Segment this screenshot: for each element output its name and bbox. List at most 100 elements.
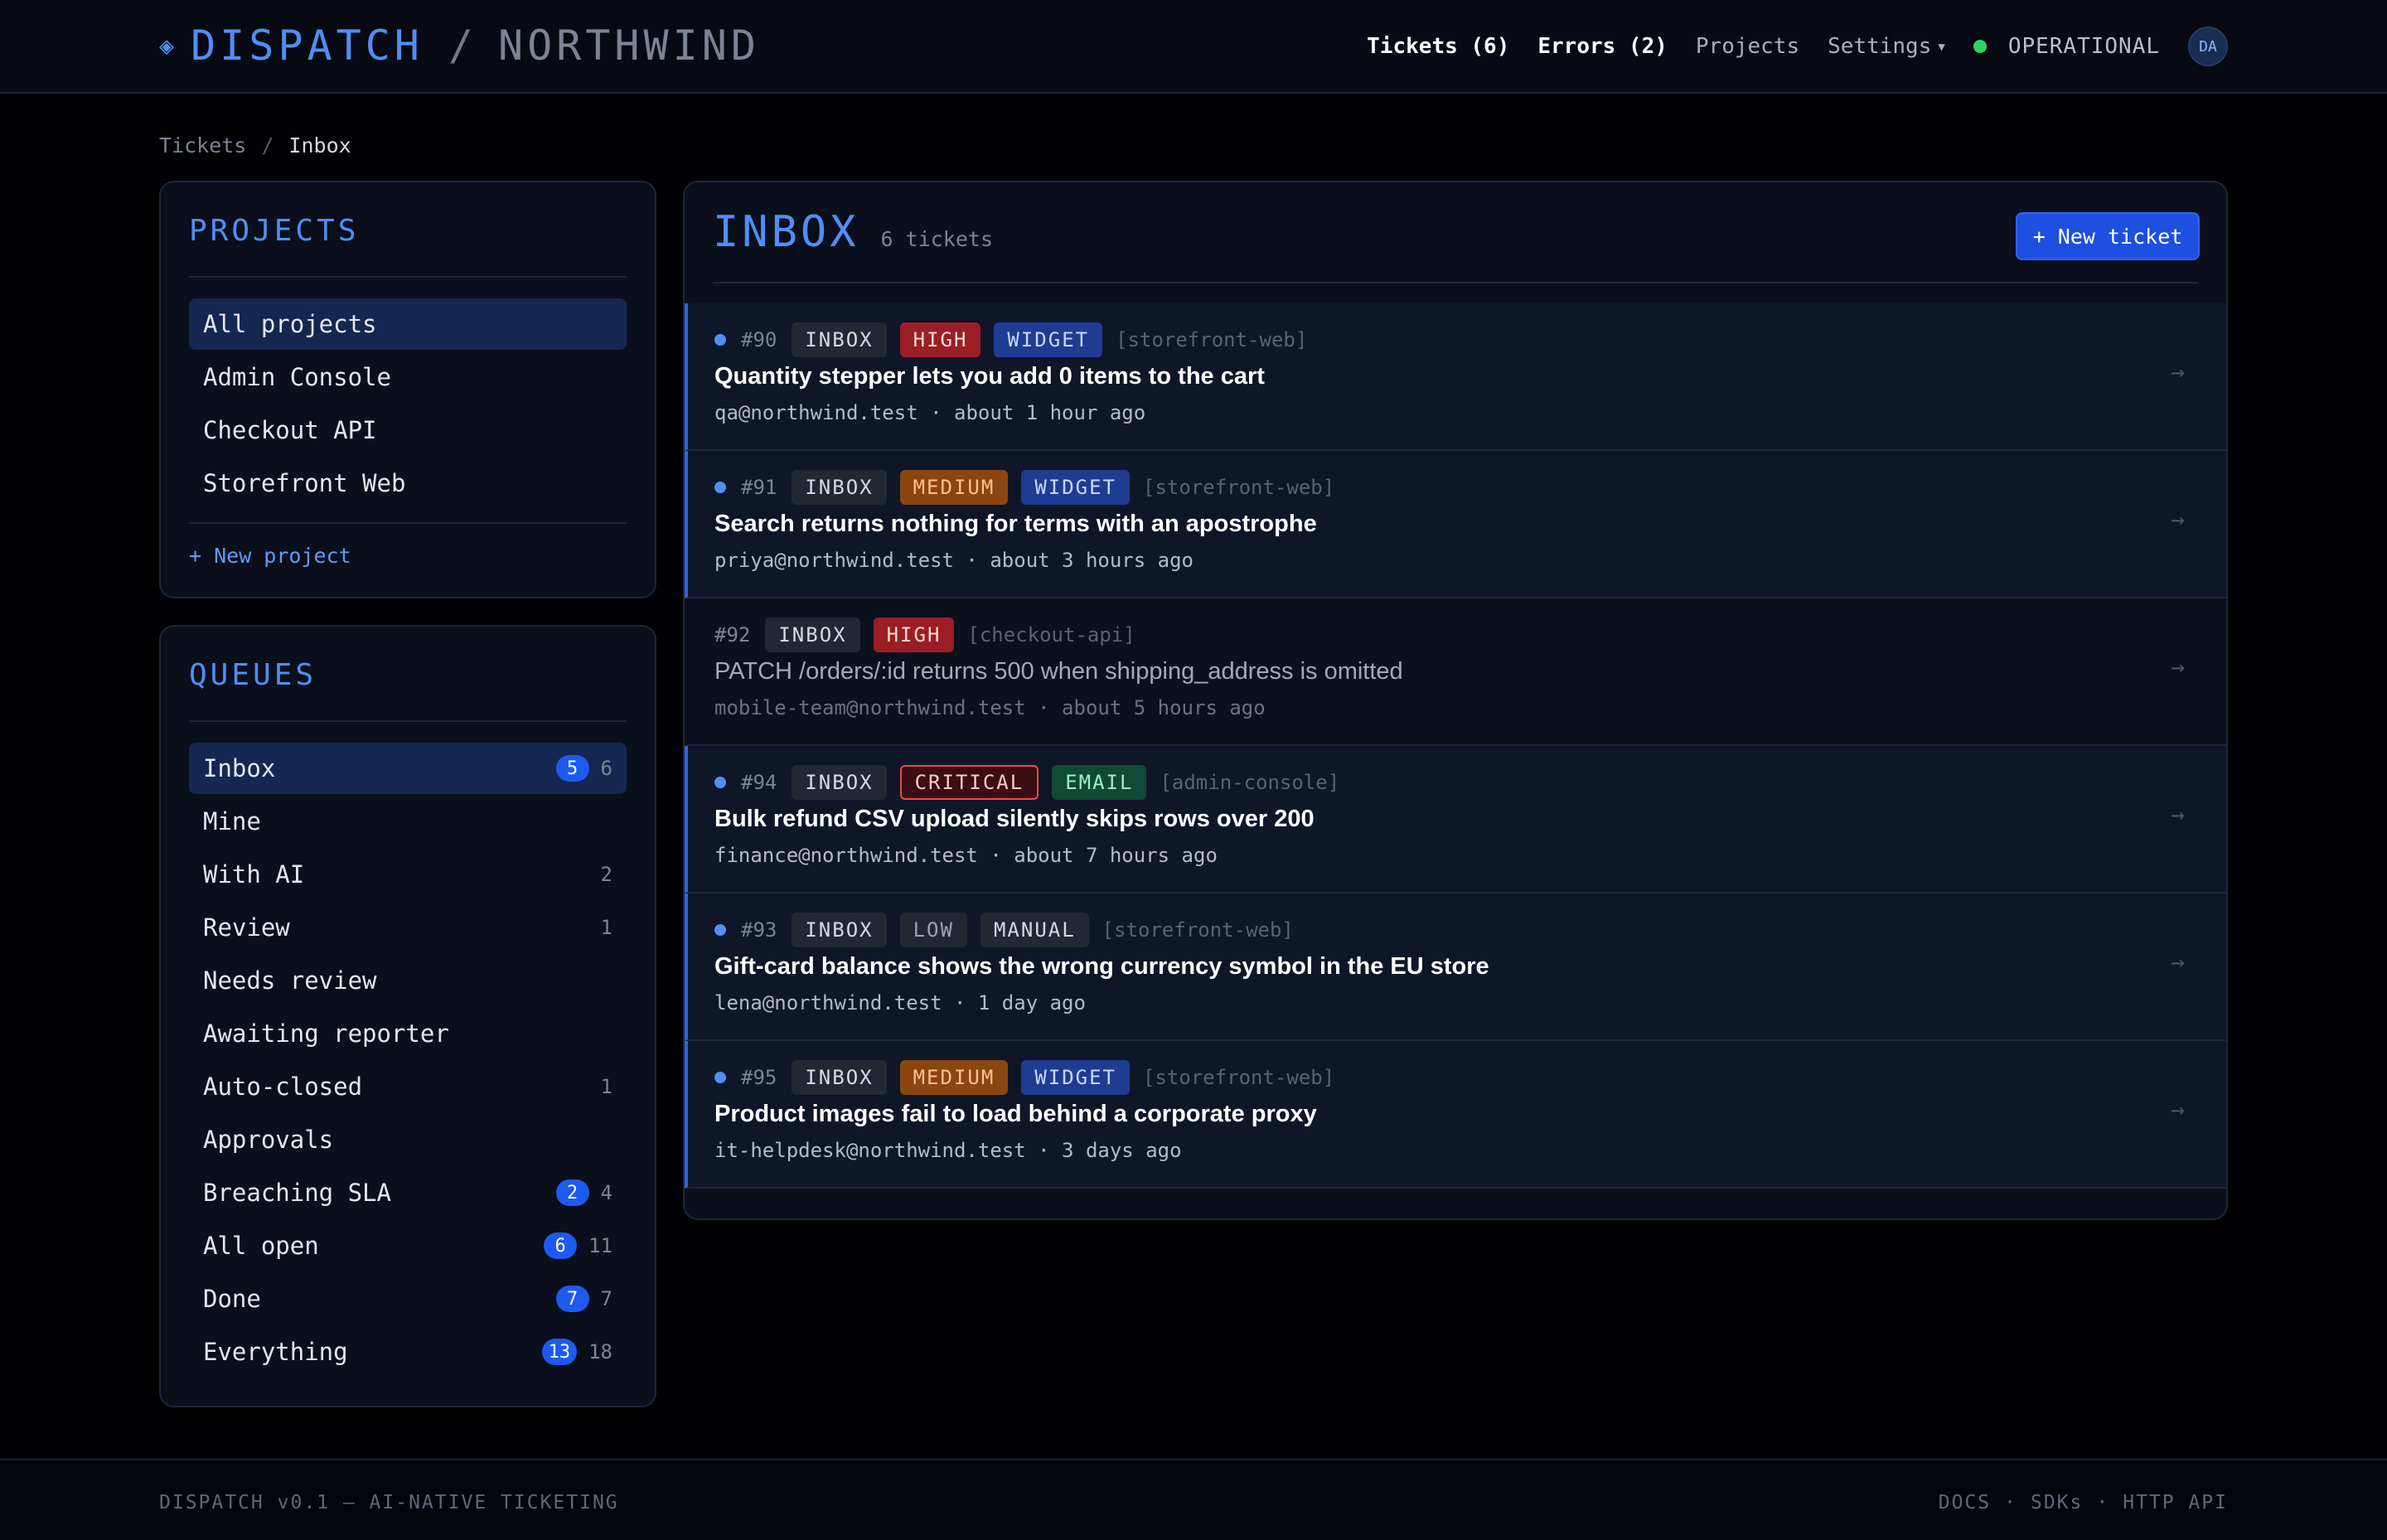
ticket-row[interactable]: #95 INBOX MEDIUM WIDGET [storefront-web]… xyxy=(685,1041,2226,1189)
footer-link-http-api[interactable]: HTTP API xyxy=(2123,1492,2228,1513)
ticket-subline: finance@northwind.test · about 7 hours a… xyxy=(714,844,1218,867)
ticket-number: #93 xyxy=(741,918,777,942)
queue-item-awaiting-reporter[interactable]: Awaiting reporter xyxy=(189,1008,627,1059)
priority-badge: CRITICAL xyxy=(899,765,1039,800)
ticket-list-panel: INBOX 6 tickets + New ticket #90 INBOX H… xyxy=(683,181,2228,1220)
ticket-meta: #90 INBOX HIGH WIDGET [storefront-web] xyxy=(714,322,1307,358)
page-title: INBOX 6 tickets xyxy=(713,207,993,257)
unread-badge: 5 xyxy=(555,755,589,782)
arrow-right-icon: → xyxy=(2171,1096,2185,1123)
project-item-checkout-api[interactable]: Checkout API xyxy=(189,404,627,456)
project-tag: [storefront-web] xyxy=(1143,476,1335,499)
queue-item-needs-review[interactable]: Needs review xyxy=(189,955,627,1006)
queue-item-all-open[interactable]: All open 6 11 xyxy=(189,1220,627,1271)
page-title-text: INBOX xyxy=(713,207,859,257)
nav-errors[interactable]: Errors (2) xyxy=(1537,34,1668,59)
new-project-link[interactable]: + New project xyxy=(189,544,351,568)
queue-count: 7 xyxy=(600,1287,612,1310)
footer-link-sdks[interactable]: SDKs xyxy=(2031,1492,2083,1513)
status-badge: INBOX xyxy=(792,322,887,357)
queue-count: 4 xyxy=(600,1181,612,1204)
chevron-down-icon: ▼ xyxy=(1938,40,1945,54)
arrow-right-icon: → xyxy=(2171,801,2185,828)
ticket-number: #90 xyxy=(741,328,777,351)
ticket-row[interactable]: #91 INBOX MEDIUM WIDGET [storefront-web]… xyxy=(685,451,2226,598)
divider xyxy=(713,282,2198,283)
ticket-row[interactable]: #90 INBOX HIGH WIDGET [storefront-web] Q… xyxy=(685,303,2226,451)
queue-item-done[interactable]: Done 77 xyxy=(189,1273,627,1324)
queue-item-approvals[interactable]: Approvals xyxy=(189,1114,627,1165)
arrow-right-icon: → xyxy=(2171,653,2185,680)
ticket-title: Gift-card balance shows the wrong curren… xyxy=(714,953,1489,980)
footer: DISPATCH v0.1 — AI-NATIVE TICKETING DOCS… xyxy=(0,1459,2387,1540)
status-badge: INBOX xyxy=(765,617,860,652)
queue-label: Auto-closed xyxy=(203,1073,363,1101)
top-nav: Tickets (6) Errors (2) Projects Settings… xyxy=(1367,25,2228,68)
ticket-meta: #91 INBOX MEDIUM WIDGET [storefront-web] xyxy=(714,469,1334,506)
project-item-storefront-web[interactable]: Storefront Web xyxy=(189,458,627,509)
ticket-subline: qa@northwind.test · about 1 hour ago xyxy=(714,401,1146,424)
ticket-row[interactable]: #92 INBOX HIGH [checkout-api] PATCH /ord… xyxy=(685,598,2226,746)
queue-count: 11 xyxy=(588,1234,612,1257)
queue-count: 18 xyxy=(588,1340,612,1363)
project-item-all[interactable]: All projects xyxy=(189,298,627,350)
unread-badge: 7 xyxy=(555,1286,589,1312)
project-tag: [admin-console] xyxy=(1160,771,1340,794)
avatar[interactable]: DA xyxy=(2188,27,2228,66)
unread-dot-icon xyxy=(714,334,726,346)
project-item-label: All projects xyxy=(203,310,377,338)
arrow-right-icon: → xyxy=(2171,506,2185,533)
queue-count: 6 xyxy=(600,757,612,780)
footer-version: DISPATCH v0.1 — AI-NATIVE TICKETING xyxy=(159,1492,619,1513)
queue-item-mine[interactable]: Mine xyxy=(189,796,627,847)
project-item-label: Admin Console xyxy=(203,363,391,391)
ticket-meta: #94 INBOX CRITICAL EMAIL [admin-console] xyxy=(714,764,1339,801)
priority-badge: HIGH xyxy=(899,322,981,357)
ticket-number: #95 xyxy=(741,1066,777,1089)
queue-item-inbox[interactable]: Inbox 56 xyxy=(189,743,627,794)
unread-badge: 2 xyxy=(555,1179,589,1206)
channel-badge: WIDGET xyxy=(1021,470,1131,505)
nav-projects[interactable]: Projects xyxy=(1696,34,1799,59)
ticket-number: #92 xyxy=(714,623,751,647)
unread-dot-icon xyxy=(714,1072,726,1083)
channel-badge: EMAIL xyxy=(1052,765,1147,800)
nav-settings[interactable]: Settings ▼ xyxy=(1828,34,1945,59)
footer-separator: · xyxy=(2096,1492,2110,1513)
project-tag: [storefront-web] xyxy=(1143,1066,1335,1089)
queue-item-auto-closed[interactable]: Auto-closed 1 xyxy=(189,1061,627,1112)
unread-dot-icon xyxy=(714,924,726,936)
divider xyxy=(189,720,627,722)
projects-title: PROJECTS xyxy=(189,214,360,248)
status-indicator-icon xyxy=(1973,40,1987,53)
queue-item-breaching-sla[interactable]: Breaching SLA 24 xyxy=(189,1167,627,1218)
queue-item-with-ai[interactable]: With AI 2 xyxy=(189,849,627,900)
nav-tickets[interactable]: Tickets (6) xyxy=(1367,34,1509,59)
ticket-title: Search returns nothing for terms with an… xyxy=(714,511,1317,537)
arrow-right-icon: → xyxy=(2171,948,2185,976)
footer-separator: · xyxy=(2004,1492,2017,1513)
ticket-time: about 7 hours ago xyxy=(1014,844,1218,867)
ticket-row[interactable]: #93 INBOX LOW MANUAL [storefront-web] Gi… xyxy=(685,893,2226,1041)
project-item-admin-console[interactable]: Admin Console xyxy=(189,351,627,403)
queue-item-review[interactable]: Review 1 xyxy=(189,902,627,953)
queue-item-everything[interactable]: Everything 13 18 xyxy=(189,1326,627,1378)
footer-links: DOCS · SDKs · HTTP API xyxy=(1939,1492,2228,1513)
breadcrumb-separator: / xyxy=(261,133,274,157)
ticket-row[interactable]: #94 INBOX CRITICAL EMAIL [admin-console]… xyxy=(685,746,2226,893)
queue-label: With AI xyxy=(203,860,305,889)
project-tag: [checkout-api] xyxy=(967,623,1135,647)
ticket-meta: #95 INBOX MEDIUM WIDGET [storefront-web] xyxy=(714,1059,1334,1096)
ticket-subline: it-helpdesk@northwind.test · 3 days ago xyxy=(714,1139,1182,1162)
queue-label: Everything xyxy=(203,1338,348,1366)
brand[interactable]: ◈ DISPATCH / NORTHWIND xyxy=(159,18,760,73)
footer-link-docs[interactable]: DOCS xyxy=(1939,1492,1991,1513)
priority-badge: MEDIUM xyxy=(899,470,1009,505)
org-name: NORTHWIND xyxy=(498,22,760,70)
new-ticket-button[interactable]: + New ticket xyxy=(2016,212,2200,260)
ticket-time: about 3 hours ago xyxy=(990,549,1194,572)
queue-label: Breaching SLA xyxy=(203,1179,391,1207)
breadcrumb-tickets[interactable]: Tickets xyxy=(159,133,246,157)
ticket-subline: lena@northwind.test · 1 day ago xyxy=(714,991,1086,1015)
brand-separator: / xyxy=(448,22,473,70)
